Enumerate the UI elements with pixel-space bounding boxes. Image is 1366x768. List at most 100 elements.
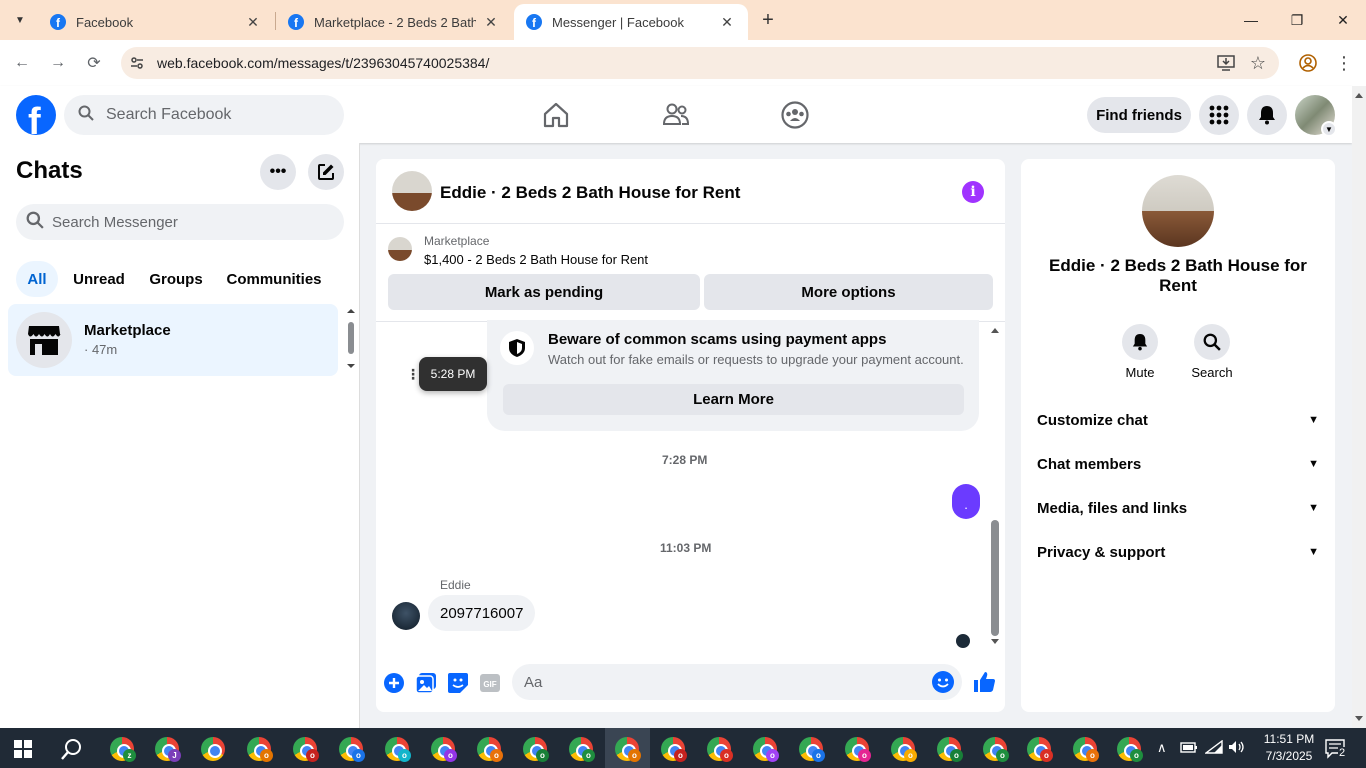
taskbar-search-icon[interactable] — [60, 737, 84, 761]
chrome-app-icon[interactable]: o — [382, 734, 412, 764]
messenger-search-input[interactable]: Search Messenger — [16, 204, 344, 240]
scrollbar-thumb[interactable] — [991, 520, 999, 636]
maximize-window-button[interactable]: ❐ — [1274, 6, 1320, 34]
browser-tab-messenger[interactable]: f Messenger | Facebook ✕ — [514, 4, 748, 40]
customize-chat-section[interactable]: Customize chat ▼ — [1037, 408, 1319, 432]
chrome-app-icon[interactable]: o — [1024, 734, 1054, 764]
close-tab-icon[interactable]: ✕ — [718, 14, 736, 31]
friends-icon[interactable] — [661, 100, 691, 130]
timestamp-tooltip: 5:28 PM — [419, 357, 487, 391]
show-hidden-icons-chevron-up-icon[interactable]: ∧ — [1157, 740, 1167, 756]
conversation-title[interactable]: Eddie · 2 Beds 2 Bath House for Rent — [440, 183, 740, 203]
account-chevron-down-icon[interactable]: ▼ — [1321, 121, 1337, 137]
close-tab-icon[interactable]: ✕ — [244, 14, 262, 31]
chrome-app-icon[interactable]: o — [428, 734, 458, 764]
battery-icon[interactable] — [1180, 740, 1198, 757]
home-icon[interactable] — [541, 100, 571, 130]
chrome-app-icon[interactable]: o — [566, 734, 596, 764]
more-options-button[interactable]: More options — [704, 274, 993, 310]
notifications-bell-icon[interactable] — [1247, 95, 1287, 135]
chrome-app-icon[interactable]: o — [842, 734, 872, 764]
tab-search-dropdown-icon[interactable]: ▼ — [8, 8, 32, 32]
incoming-message-bubble[interactable]: 2097716007 — [428, 595, 536, 631]
chrome-app-icon[interactable]: o — [704, 734, 734, 764]
close-window-button[interactable]: ✕ — [1320, 6, 1366, 34]
minimize-window-button[interactable]: — — [1228, 6, 1274, 34]
volume-icon[interactable] — [1228, 740, 1246, 757]
browser-tab-marketplace[interactable]: f Marketplace - 2 Beds 2 Bath Ho ✕ — [276, 4, 512, 40]
chat-members-section[interactable]: Chat members ▼ — [1037, 452, 1319, 476]
chrome-app-icon[interactable]: o — [244, 734, 274, 764]
gif-icon[interactable]: GIF — [479, 672, 501, 694]
notification-center-icon[interactable]: 2 — [1324, 738, 1350, 760]
listing-thumbnail[interactable] — [388, 237, 412, 261]
menu-grid-icon[interactable] — [1199, 95, 1239, 135]
chat-list-scrollbar[interactable] — [346, 308, 356, 372]
site-settings-icon[interactable] — [128, 54, 146, 72]
chrome-app-icon[interactable]: J — [152, 734, 182, 764]
profile-icon[interactable] — [1296, 52, 1320, 74]
chrome-app-icon[interactable]: o — [474, 734, 504, 764]
windows-start-icon[interactable] — [14, 740, 32, 758]
mark-as-pending-button[interactable]: Mark as pending — [388, 274, 700, 310]
chrome-app-icon[interactable]: o — [980, 734, 1010, 764]
mute-bell-icon[interactable] — [1122, 324, 1158, 360]
sticker-icon[interactable] — [447, 672, 469, 694]
listing-avatar[interactable] — [1142, 175, 1214, 247]
browser-menu-icon[interactable]: ⋮ — [1332, 52, 1356, 74]
chrome-app-icon[interactable]: o — [750, 734, 780, 764]
conversation-info-icon[interactable]: i — [962, 181, 984, 203]
privacy-support-section[interactable]: Privacy & support ▼ — [1037, 540, 1319, 564]
mute-label[interactable]: Mute — [1110, 365, 1170, 380]
groups-icon[interactable] — [780, 100, 810, 130]
message-timestamp: 7:28 PM — [662, 453, 708, 467]
learn-more-button[interactable]: Learn More — [503, 384, 964, 415]
install-app-icon[interactable] — [1214, 52, 1238, 74]
message-more-options-icon[interactable]: ⋮ — [406, 365, 420, 383]
page-scrollbar[interactable] — [1352, 86, 1366, 728]
message-timestamp: 11:03 PM — [660, 541, 712, 555]
browser-tab-facebook[interactable]: f Facebook ✕ — [38, 4, 274, 40]
media-files-links-section[interactable]: Media, files and links ▼ — [1037, 496, 1319, 520]
filter-tab-unread[interactable]: Unread — [66, 261, 132, 297]
chrome-app-icon[interactable]: o — [1070, 734, 1100, 764]
photo-icon[interactable] — [415, 672, 437, 694]
conversation-avatar[interactable] — [392, 171, 432, 211]
outgoing-message-bubble[interactable]: . — [952, 484, 980, 519]
chrome-app-icon[interactable]: o — [888, 734, 918, 764]
taskbar-clock[interactable]: 11:51 PM 7/3/2025 — [1258, 731, 1320, 765]
facebook-search-input[interactable]: Search Facebook — [64, 95, 344, 135]
chrome-app-icon[interactable] — [198, 734, 228, 764]
listing-price-title[interactable]: $1,400 - 2 Beds 2 Bath House for Rent — [424, 252, 648, 267]
facebook-logo-icon[interactable]: f — [16, 95, 56, 135]
filter-tab-groups[interactable]: Groups — [142, 261, 210, 297]
chrome-app-icon[interactable]: o — [796, 734, 826, 764]
chrome-app-icon[interactable]: o — [336, 734, 366, 764]
chrome-app-icon[interactable]: z — [107, 734, 137, 764]
new-tab-button[interactable]: + — [756, 8, 780, 32]
close-tab-icon[interactable]: ✕ — [482, 14, 500, 31]
find-friends-button[interactable]: Find friends — [1087, 97, 1191, 133]
chrome-app-icon[interactable]: o — [612, 734, 642, 764]
forward-button[interactable]: → — [46, 52, 70, 74]
sender-avatar[interactable] — [392, 602, 420, 630]
message-input[interactable]: Aa — [512, 664, 962, 700]
chat-options-more-icon[interactable]: ••• — [260, 154, 296, 190]
emoji-icon[interactable] — [932, 671, 954, 693]
new-message-compose-icon[interactable] — [308, 154, 344, 190]
chrome-app-icon[interactable]: o — [658, 734, 688, 764]
search-label[interactable]: Search — [1182, 365, 1242, 380]
thumbs-up-icon[interactable] — [972, 670, 996, 694]
reload-button[interactable]: ⟳ — [82, 52, 106, 74]
bookmark-star-icon[interactable]: ☆ — [1246, 52, 1270, 74]
chrome-app-icon[interactable]: o — [520, 734, 550, 764]
wifi-icon[interactable] — [1203, 739, 1223, 757]
back-button[interactable]: ← — [10, 52, 34, 74]
search-conversation-icon[interactable] — [1194, 324, 1230, 360]
plus-circle-icon[interactable] — [383, 672, 405, 694]
chrome-app-icon[interactable]: o — [290, 734, 320, 764]
chrome-app-icon[interactable]: o — [934, 734, 964, 764]
chrome-app-icon[interactable]: o — [1114, 734, 1144, 764]
filter-tab-all[interactable]: All — [16, 261, 58, 297]
filter-tab-communities[interactable]: Communities — [220, 261, 328, 297]
